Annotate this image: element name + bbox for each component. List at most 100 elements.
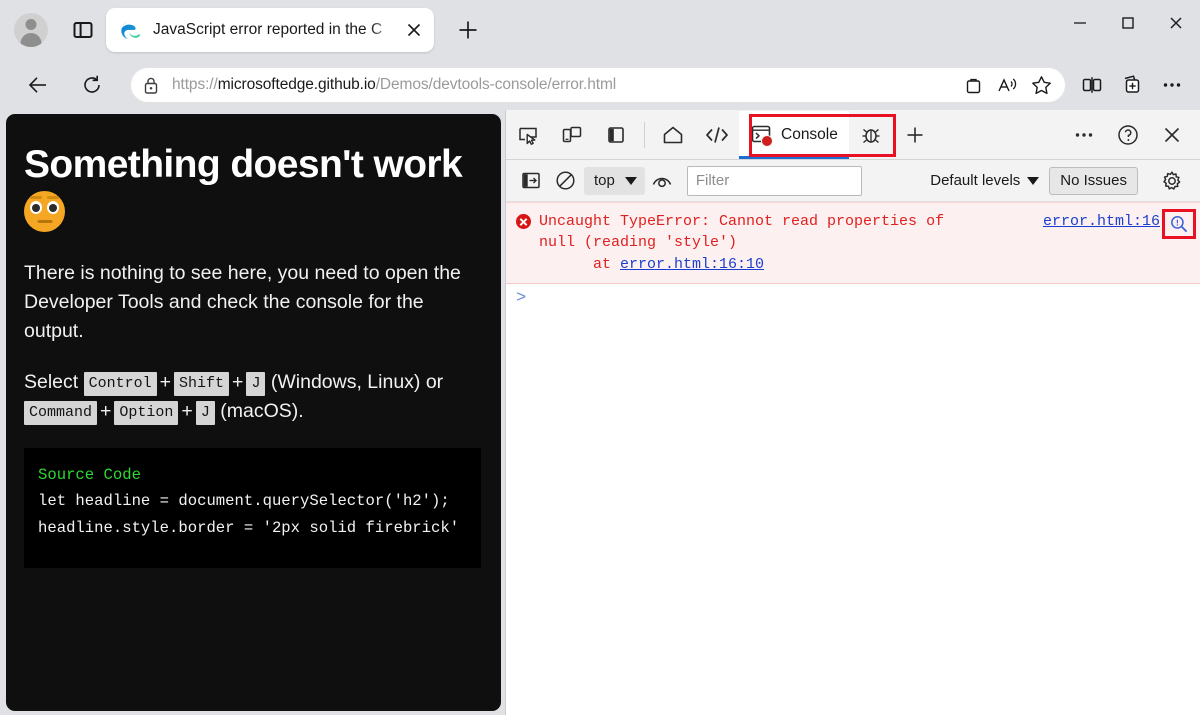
split-screen-icon [1082, 77, 1102, 93]
windows-linux-label: (Windows, Linux) or [270, 370, 444, 393]
source-code-title: Source Code [38, 465, 141, 484]
console-output: Uncaught TypeError: Cannot read properti… [506, 202, 1200, 715]
search-in-sources-button[interactable] [1162, 209, 1196, 239]
minimize-icon [1074, 22, 1086, 24]
clear-console-icon [555, 171, 575, 190]
page-paragraph: There is nothing to see here, you need t… [24, 262, 461, 342]
url-host: microsoftedge.github.io [217, 76, 376, 93]
eye-icon [652, 177, 672, 187]
plus-sign: + [100, 399, 112, 422]
console-sidebar-toggle[interactable] [514, 166, 548, 196]
read-aloud-button[interactable] [990, 70, 1024, 100]
page-content: Something doesn't work There is nothing … [6, 114, 501, 711]
page-heading-text: Something doesn't work [24, 143, 463, 186]
close-devtools-button[interactable] [1150, 116, 1194, 154]
profile-button[interactable] [0, 13, 62, 47]
devtools-toolbar-right [1062, 116, 1200, 154]
close-icon [407, 23, 421, 37]
shopping-bag-icon [966, 78, 980, 93]
issues-bug-icon [862, 128, 880, 143]
minimize-button[interactable] [1056, 0, 1104, 46]
issues-counter-button[interactable]: No Issues [1049, 166, 1138, 195]
browser-window: JavaScript error reported in the C https… [0, 0, 1200, 715]
settings-gear-icon [1163, 170, 1181, 190]
reload-icon [84, 75, 100, 93]
url-text: https://microsoftedge.github.io/Demos/de… [172, 76, 956, 94]
elements-code-icon [706, 126, 728, 143]
devtools-help-button[interactable] [1106, 116, 1150, 154]
tab-strip: JavaScript error reported in the C [0, 0, 1200, 60]
maximize-button[interactable] [1104, 0, 1152, 46]
edge-logo-icon [121, 20, 140, 39]
browser-settings-button[interactable] [1152, 66, 1192, 104]
back-button[interactable] [20, 67, 56, 103]
collections-button[interactable] [1112, 66, 1152, 104]
console-prompt[interactable]: > [506, 284, 1200, 312]
live-expression-button[interactable] [645, 166, 679, 196]
page-heading: Something doesn't work [24, 142, 481, 233]
console-settings-button[interactable] [1152, 166, 1192, 196]
error-stack-link[interactable]: error.html:16:10 [620, 256, 764, 273]
reload-button[interactable] [74, 67, 110, 103]
devtools-tab-bar: Console [506, 110, 1200, 160]
console-error-message[interactable]: Uncaught TypeError: Cannot read properti… [506, 202, 1200, 285]
add-favorite-button[interactable] [1024, 70, 1058, 100]
more-horizontal-icon [1163, 83, 1181, 87]
key-j-win: J [246, 371, 266, 396]
plus-sign: + [159, 370, 172, 393]
plus-icon [459, 21, 477, 39]
close-window-button[interactable] [1152, 0, 1200, 46]
key-shift: Shift [174, 371, 230, 396]
key-option: Option [114, 400, 179, 425]
issues-counter-label: No Issues [1060, 172, 1127, 189]
maximize-icon [1122, 17, 1134, 29]
dock-side-icon [608, 126, 624, 143]
execution-context-selector[interactable]: top [584, 166, 645, 195]
clear-console-button[interactable] [548, 166, 582, 196]
address-bar[interactable]: https://microsoftedge.github.io/Demos/de… [130, 67, 1066, 103]
arrow-left-icon [28, 77, 46, 93]
site-info-button[interactable] [130, 76, 172, 95]
window-controls [1056, 0, 1200, 56]
add-panel-button[interactable] [893, 116, 937, 154]
error-icon [516, 214, 531, 229]
dock-side-button[interactable] [594, 116, 638, 154]
tab-close-button[interactable] [400, 16, 428, 44]
collections-add-icon [1124, 75, 1140, 93]
console-filter-bar: top Default levels No Issues [506, 160, 1200, 202]
key-j-mac: J [195, 400, 215, 425]
shortcut-instructions: Select Control + Shift + J (Windows, Linux) … [24, 368, 481, 426]
home-icon [663, 126, 683, 143]
more-tools-icon [1075, 132, 1093, 137]
inspect-element-button[interactable] [506, 116, 550, 154]
log-levels-selector[interactable]: Default levels [930, 172, 1049, 189]
split-screen-button[interactable] [1072, 66, 1112, 104]
plus-sign: + [232, 370, 244, 393]
issues-tab-button[interactable] [849, 116, 893, 154]
tab-actions-icon [73, 22, 93, 38]
source-code-line-1: let headline = document.querySelector('h… [38, 492, 450, 511]
inspect-element-icon [519, 127, 537, 145]
more-tools-button[interactable] [1062, 116, 1106, 154]
elements-tab-button[interactable] [695, 116, 739, 154]
console-filter-input[interactable] [686, 165, 862, 196]
welcome-home-button[interactable] [651, 116, 695, 154]
plus-sign: + [181, 399, 193, 422]
tab-console[interactable]: Console [739, 110, 849, 159]
device-emulation-icon [562, 126, 582, 142]
error-source-link[interactable]: error.html:16 [1043, 213, 1160, 230]
tab-actions-button[interactable] [62, 10, 104, 50]
prompt-chevron-icon: > [516, 289, 527, 309]
console-error-badge [761, 134, 773, 147]
url-path: /Demos/devtools-console/error.html [375, 76, 617, 93]
shopping-button[interactable] [956, 70, 990, 100]
lock-icon [144, 77, 158, 94]
face-with-rolling-eyes-emoji [24, 190, 65, 232]
add-panel-icon [907, 127, 923, 142]
new-tab-button[interactable] [446, 10, 490, 50]
star-icon [1031, 76, 1051, 95]
close-devtools-icon [1164, 127, 1180, 142]
browser-tab[interactable]: JavaScript error reported in the C [106, 8, 434, 52]
device-emulation-button[interactable] [550, 116, 594, 154]
macos-label: (macOS). [220, 399, 304, 422]
